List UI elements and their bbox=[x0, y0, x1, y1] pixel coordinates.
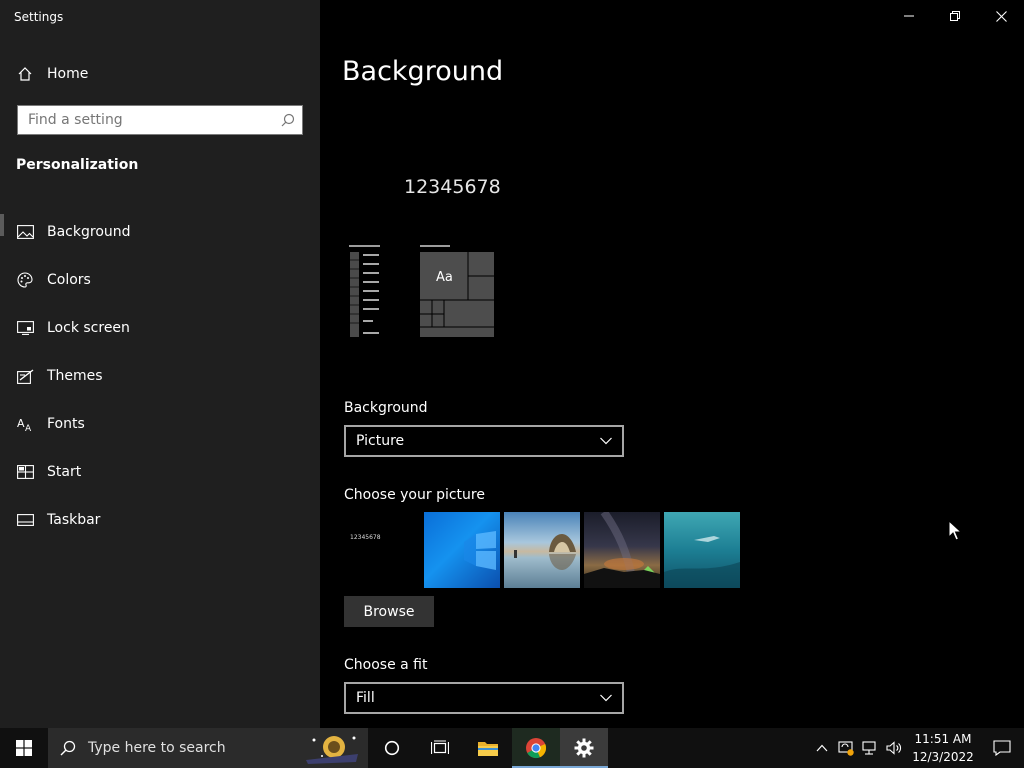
sidebar-item-label: Background bbox=[47, 224, 131, 240]
thumbnail-text: 12345678 bbox=[350, 534, 381, 541]
minimize-button[interactable] bbox=[886, 0, 932, 32]
page-title: Background bbox=[342, 56, 504, 87]
restore-button[interactable] bbox=[932, 0, 978, 32]
background-dropdown[interactable]: Picture bbox=[344, 425, 624, 457]
network-icon bbox=[862, 741, 876, 755]
sidebar-item-label: Start bbox=[47, 464, 82, 480]
thumbnail-rock-arch[interactable] bbox=[504, 512, 580, 588]
minimize-icon bbox=[904, 15, 914, 17]
cortana-button[interactable] bbox=[368, 728, 416, 768]
settings-window: Settings Home Personalization Background bbox=[0, 0, 1024, 768]
network-tray-button[interactable] bbox=[858, 728, 882, 768]
svg-text:A: A bbox=[17, 417, 25, 430]
sidebar-item-colors[interactable]: Colors bbox=[0, 256, 320, 304]
picture-thumbnails: 12345678 bbox=[344, 512, 740, 588]
section-title: Personalization bbox=[16, 157, 139, 173]
tile-label: Aa bbox=[436, 270, 453, 285]
close-icon bbox=[995, 10, 1007, 22]
fit-dropdown[interactable]: Fill bbox=[344, 682, 624, 714]
sidebar-item-label: Colors bbox=[47, 272, 91, 288]
sidebar-item-start[interactable]: Start bbox=[0, 448, 320, 496]
chrome-button[interactable] bbox=[512, 728, 560, 768]
sidebar-item-label: Fonts bbox=[47, 416, 85, 432]
search-input[interactable] bbox=[18, 106, 274, 134]
windows-logo-icon bbox=[16, 740, 32, 756]
start-menu-preview bbox=[349, 245, 494, 337]
start-button[interactable] bbox=[0, 728, 48, 768]
thumbnail-night-sky[interactable] bbox=[584, 512, 660, 588]
choose-fit-label: Choose a fit bbox=[344, 657, 428, 673]
browse-button[interactable]: Browse bbox=[344, 596, 434, 627]
sidebar-nav: Background Colors Lock screen Themes A A… bbox=[0, 208, 320, 544]
home-link[interactable]: Home bbox=[16, 64, 88, 84]
taskbar-search-box[interactable]: Type here to search bbox=[48, 728, 368, 768]
thumbnail-underwater[interactable] bbox=[664, 512, 740, 588]
cortana-icon bbox=[384, 740, 400, 756]
search-highlight-icon bbox=[298, 730, 362, 766]
home-icon bbox=[16, 65, 34, 83]
sidebar-item-lock-screen[interactable]: Lock screen bbox=[0, 304, 320, 352]
picture-icon bbox=[16, 223, 34, 241]
thumbnail-windows-blue[interactable] bbox=[424, 512, 500, 588]
taskbar-clock[interactable]: 11:51 AM 12/3/2022 bbox=[906, 730, 980, 766]
svg-text:A: A bbox=[25, 424, 32, 432]
action-center-button[interactable] bbox=[980, 728, 1024, 768]
update-alert-icon bbox=[838, 741, 854, 756]
taskbar-search-text: Type here to search bbox=[88, 740, 226, 756]
file-explorer-button[interactable] bbox=[464, 728, 512, 768]
clock-time: 11:51 AM bbox=[914, 732, 972, 746]
task-view-icon bbox=[431, 740, 449, 754]
desktop-preview: 12345678 Aa bbox=[342, 150, 562, 350]
chevron-up-icon bbox=[816, 744, 828, 752]
system-tray: 11:51 AM 12/3/2022 bbox=[810, 728, 1024, 768]
show-hidden-icons-button[interactable] bbox=[810, 728, 834, 768]
start-icon bbox=[16, 463, 34, 481]
chevron-down-icon bbox=[600, 433, 612, 449]
task-view-button[interactable] bbox=[416, 728, 464, 768]
app-title: Settings bbox=[14, 10, 64, 24]
volume-icon bbox=[886, 741, 901, 755]
sidebar-item-label: Themes bbox=[47, 368, 103, 384]
chevron-down-icon bbox=[600, 690, 612, 706]
search-icon bbox=[60, 740, 76, 756]
home-label: Home bbox=[47, 66, 89, 82]
notification-icon bbox=[993, 740, 1011, 756]
background-dropdown-value: Picture bbox=[356, 433, 405, 449]
mouse-cursor-icon bbox=[948, 520, 962, 541]
lock-screen-icon bbox=[16, 319, 34, 337]
sidebar-item-background[interactable]: Background bbox=[0, 208, 320, 256]
restore-icon bbox=[950, 11, 960, 21]
volume-tray-button[interactable] bbox=[882, 728, 906, 768]
fonts-icon: AA bbox=[16, 415, 34, 433]
sidebar-item-label: Taskbar bbox=[47, 512, 101, 528]
palette-icon bbox=[16, 271, 34, 289]
thumbnail-text-wallpaper[interactable]: 12345678 bbox=[344, 512, 420, 588]
find-setting-search bbox=[17, 105, 303, 135]
clock-date: 12/3/2022 bbox=[912, 750, 974, 764]
windows-update-tray-button[interactable] bbox=[834, 728, 858, 768]
fit-dropdown-value: Fill bbox=[356, 690, 375, 706]
sidebar-item-label: Lock screen bbox=[47, 320, 130, 336]
file-explorer-icon bbox=[478, 742, 498, 756]
taskbar-icon bbox=[16, 511, 34, 529]
themes-icon bbox=[16, 367, 34, 385]
choose-picture-label: Choose your picture bbox=[344, 487, 485, 503]
sidebar: Settings Home Personalization Background bbox=[0, 0, 320, 728]
sidebar-item-fonts[interactable]: AA Fonts bbox=[0, 400, 320, 448]
sidebar-item-taskbar[interactable]: Taskbar bbox=[0, 496, 320, 544]
sidebar-item-themes[interactable]: Themes bbox=[0, 352, 320, 400]
settings-gear-icon bbox=[574, 738, 594, 758]
chrome-icon bbox=[526, 738, 547, 759]
taskbar: Type here to search 11:51 AM 12/3/2022 bbox=[0, 728, 1024, 768]
search-icon[interactable] bbox=[274, 113, 302, 127]
settings-taskbar-button[interactable] bbox=[560, 728, 608, 768]
close-button[interactable] bbox=[978, 0, 1024, 32]
background-label: Background bbox=[344, 400, 428, 416]
